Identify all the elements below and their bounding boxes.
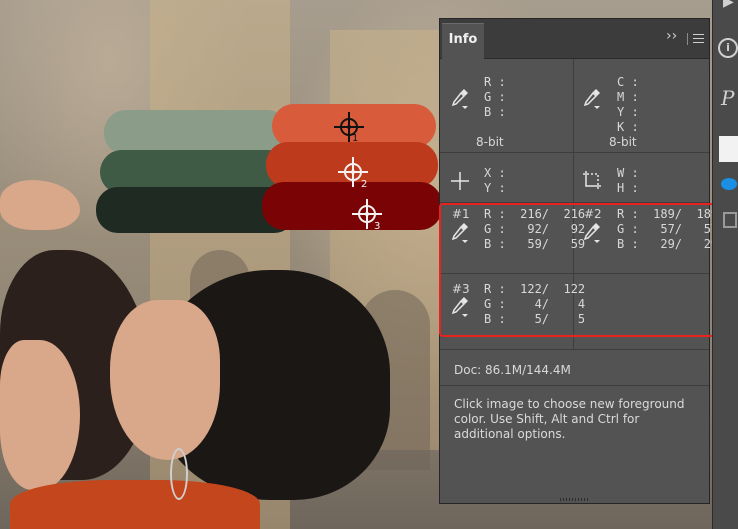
face <box>110 300 220 460</box>
tab-bar-divider <box>687 33 688 45</box>
eyedropper-icon[interactable] <box>450 87 470 109</box>
document-size: Doc: 86.1M/144.4M <box>454 363 571 377</box>
color-sampler-label-1: 1 <box>352 133 359 144</box>
earring <box>170 448 188 500</box>
panel-menu-icon[interactable] <box>693 34 704 43</box>
wh-labels: W : H : <box>617 166 639 195</box>
color-sampler-label-2: 2 <box>361 179 368 190</box>
green-swatch-light <box>104 110 289 155</box>
usage-hint: Click image to choose new foreground col… <box>454 397 685 441</box>
color-sampler-marker-2[interactable] <box>338 157 368 187</box>
active-tool-icon[interactable] <box>719 136 738 162</box>
cmyk-labels: C : M : Y : K : <box>617 75 639 134</box>
sweater <box>10 480 260 529</box>
section-divider <box>440 349 709 350</box>
rgb-bit-depth: 8-bit <box>476 135 504 149</box>
crosshair-icon <box>451 172 469 190</box>
eyedropper-icon[interactable] <box>582 87 602 109</box>
color-sampler-label-3: 3 <box>374 221 381 232</box>
eye-icon[interactable] <box>721 178 737 190</box>
panel-resize-grip[interactable] <box>560 498 590 501</box>
play-icon[interactable]: ▶ <box>723 0 734 10</box>
paragraph-icon[interactable]: P <box>721 86 734 110</box>
section-divider <box>440 152 709 153</box>
section-divider <box>440 385 709 386</box>
tab-info[interactable]: Info <box>442 23 484 60</box>
layers-icon[interactable] <box>723 212 737 228</box>
cmyk-bit-depth: 8-bit <box>609 135 637 149</box>
red-swatch-dark <box>262 182 442 230</box>
double-chevron-right-icon[interactable]: ›› <box>666 29 677 43</box>
info-panel-icon[interactable]: i <box>718 38 738 58</box>
selection-size-icon <box>583 171 601 189</box>
annotation-highlight-box <box>439 203 715 337</box>
rgb-labels: R : G : B : <box>484 75 506 119</box>
xy-labels: X : Y : <box>484 166 506 195</box>
face <box>0 340 80 490</box>
right-tool-strip: ▶ i P <box>712 0 738 529</box>
panel-tab-bar: Info ›› <box>440 19 709 60</box>
hand <box>0 180 80 230</box>
